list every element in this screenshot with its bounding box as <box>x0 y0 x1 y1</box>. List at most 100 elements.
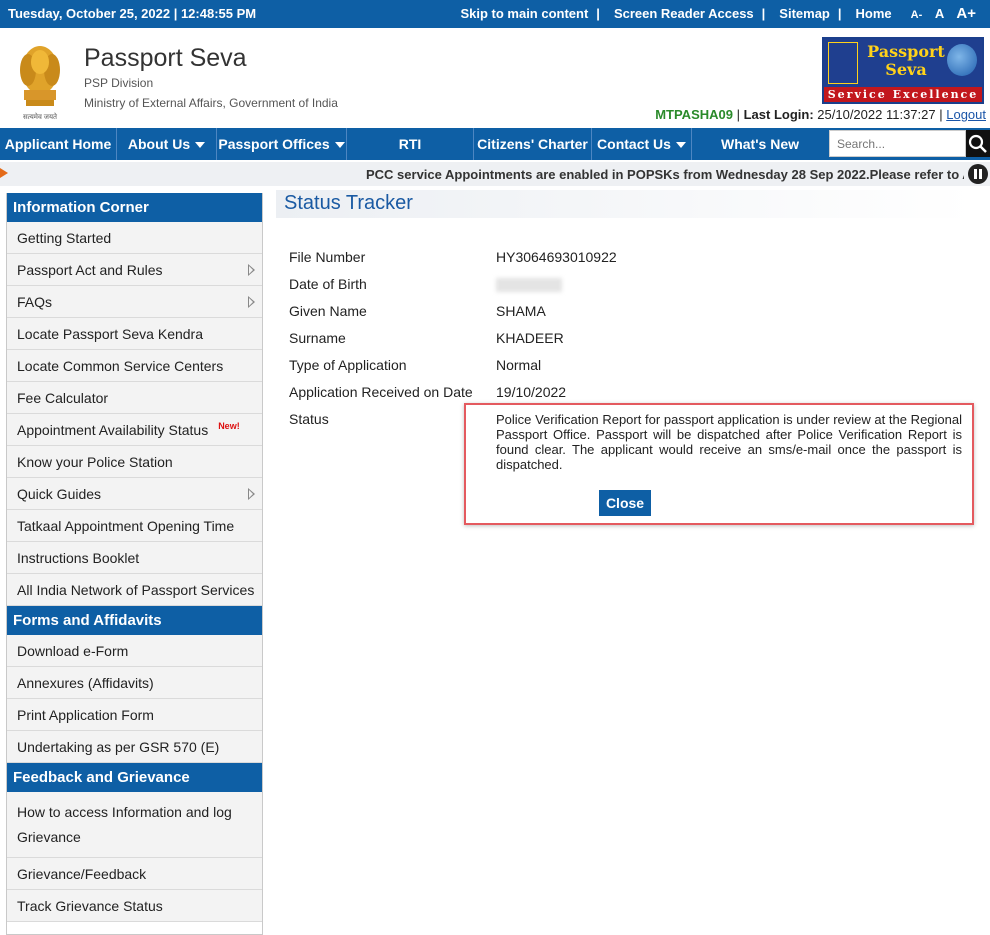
sidebar-item-locate-psk[interactable]: Locate Passport Seva Kendra <box>7 318 262 350</box>
sidebar-item-label: Locate Common Service Centers <box>17 357 224 374</box>
sidebar-item-label: How to access Information and log Grieva… <box>17 803 232 845</box>
top-bar: Tuesday, October 25, 2022 | 12:48:55 PM … <box>0 0 990 28</box>
skip-to-main-link[interactable]: Skip to main content <box>460 6 588 21</box>
nav-about-us[interactable]: About Us <box>117 128 217 160</box>
sidebar-item-grievance-feedback[interactable]: Grievance/Feedback <box>7 858 262 890</box>
nav-label: What's New <box>720 136 799 152</box>
nav-passport-offices[interactable]: Passport Offices <box>217 128 347 160</box>
division-name: PSP Division <box>84 76 154 90</box>
current-datetime: Tuesday, October 25, 2022 | 12:48:55 PM <box>8 6 257 21</box>
sidebar-item-quick-guides[interactable]: Quick Guides <box>7 478 262 510</box>
search-input[interactable] <box>829 130 966 157</box>
caret-down-icon <box>675 142 686 149</box>
nav-citizens-charter[interactable]: Citizens' Charter <box>474 128 592 160</box>
nav-label: Contact Us <box>597 136 671 152</box>
search-icon <box>968 134 987 153</box>
value-received-on: 19/10/2022 <box>496 384 567 400</box>
caret-down-icon <box>334 142 345 149</box>
label-file-number: File Number <box>289 249 366 265</box>
nav-rti[interactable]: RTI <box>347 128 474 160</box>
nav-whats-new[interactable]: What's New <box>692 128 828 160</box>
value-surname: KHADEER <box>496 330 564 346</box>
home-link[interactable]: Home <box>856 6 892 21</box>
sidebar-item-label: Quick Guides <box>17 485 102 502</box>
search-button[interactable] <box>966 130 990 157</box>
screen-reader-link[interactable]: Screen Reader Access <box>614 6 754 21</box>
pause-icon[interactable] <box>968 164 988 184</box>
last-login-value: 25/10/2022 11:37:27 <box>817 107 936 122</box>
sidebar-item-undertaking[interactable]: Undertaking as per GSR 570 (E) <box>7 731 262 763</box>
sidebar-item-faqs[interactable]: FAQs <box>7 286 262 318</box>
sidebar-item-track-grievance[interactable]: Track Grievance Status <box>7 890 262 922</box>
sidebar-item-label: Print Application Form <box>17 706 154 723</box>
nav-label: Citizens' Charter <box>477 136 588 152</box>
section-forms-affidavits: Forms and Affidavits <box>7 606 262 635</box>
ticker-text[interactable]: PCC service Appointments are enabled in … <box>366 167 964 182</box>
sidebar-item-locate-csc[interactable]: Locate Common Service Centers <box>7 350 262 382</box>
font-size-controls: A- A A+ <box>902 5 976 22</box>
section-information-corner: Information Corner <box>7 193 262 222</box>
section-feedback-grievance: Feedback and Grievance <box>7 763 262 792</box>
sidebar-item-label: Undertaking as per GSR 570 (E) <box>17 738 220 755</box>
sidebar-item-download-eform[interactable]: Download e-Form <box>7 635 262 667</box>
font-normal-button[interactable]: A <box>935 6 944 21</box>
status-highlight-box: Police Verification Report for passport … <box>464 403 974 525</box>
sidebar-item-label: Tatkaal Appointment Opening Time <box>17 517 235 534</box>
nav-label: Passport Offices <box>218 136 330 152</box>
chevron-right-icon <box>248 295 255 308</box>
sidebar-item-label: All India Network of Passport Services <box>17 581 255 598</box>
sidebar-item-instructions-booklet[interactable]: Instructions Booklet <box>7 542 262 574</box>
sidebar-item-tatkaal-time[interactable]: Tatkaal Appointment Opening Time <box>7 510 262 542</box>
value-type-of-application: Normal <box>496 357 542 373</box>
ministry-name: Ministry of External Affairs, Government… <box>84 96 338 110</box>
sidebar-item-label: FAQs <box>17 293 53 310</box>
page-title: Status Tracker <box>276 190 974 218</box>
sitemap-link[interactable]: Sitemap <box>779 6 830 21</box>
sidebar-item-getting-started[interactable]: Getting Started <box>7 222 262 254</box>
logo-line-1: Passport <box>867 42 945 61</box>
nav-label: About Us <box>127 136 191 152</box>
sidebar: Information Corner Getting Started Passp… <box>6 193 263 935</box>
ticker-arrow-icon <box>0 168 8 178</box>
sidebar-item-label: Know your Police Station <box>17 453 173 470</box>
sidebar-item-fee-calculator[interactable]: Fee Calculator <box>7 382 262 414</box>
sidebar-item-print-form[interactable]: Print Application Form <box>7 699 262 731</box>
label-given-name: Given Name <box>289 303 367 319</box>
user-id: MTPASHA09 <box>655 107 733 122</box>
sidebar-item-passport-act[interactable]: Passport Act and Rules <box>7 254 262 286</box>
national-emblem-icon: सत्यमेव जयते <box>14 40 66 124</box>
sidebar-item-label: Getting Started <box>17 229 112 246</box>
last-login-label: Last Login: <box>743 107 814 122</box>
close-button[interactable]: Close <box>599 490 651 516</box>
site-header: सत्यमेव जयते Passport Seva PSP Division … <box>0 28 990 128</box>
sidebar-item-label: Fee Calculator <box>17 389 109 406</box>
news-ticker: PCC service Appointments are enabled in … <box>0 162 990 186</box>
sidebar-item-label: Annexures (Affidavits) <box>17 674 154 691</box>
sidebar-item-access-information[interactable]: How to access Information and log Grieva… <box>7 792 262 858</box>
sidebar-item-label: Instructions Booklet <box>17 549 140 566</box>
sidebar-item-label: Passport Act and Rules <box>17 261 163 278</box>
sidebar-item-annexures[interactable]: Annexures (Affidavits) <box>7 667 262 699</box>
chevron-right-icon <box>248 263 255 276</box>
label-type-of-application: Type of Application <box>289 357 407 373</box>
label-status: Status <box>289 411 329 427</box>
sidebar-item-all-india-network[interactable]: All India Network of Passport Services <box>7 574 262 606</box>
logo-tagline: Service Excellence <box>824 87 982 102</box>
top-links: Skip to main content | Screen Reader Acce… <box>460 5 976 22</box>
new-badge: New! <box>218 420 240 431</box>
sidebar-item-police-station[interactable]: Know your Police Station <box>7 446 262 478</box>
label-received-on: Application Received on Date <box>289 384 473 400</box>
sidebar-item-appointment-availability[interactable]: Appointment Availability Status New! <box>7 414 262 446</box>
nav-applicant-home[interactable]: Applicant Home <box>0 128 117 160</box>
label-date-of-birth: Date of Birth <box>289 276 367 292</box>
nav-label: Applicant Home <box>4 136 112 152</box>
logout-link[interactable]: Logout <box>946 107 986 122</box>
site-title[interactable]: Passport Seva <box>84 44 247 73</box>
font-decrease-button[interactable]: A- <box>911 9 923 21</box>
sidebar-item-label: Grievance/Feedback <box>17 865 147 882</box>
nav-contact-us[interactable]: Contact Us <box>592 128 692 160</box>
font-increase-button[interactable]: A+ <box>956 5 976 22</box>
sidebar-item-label: Track Grievance Status <box>17 897 163 914</box>
value-given-name: SHAMA <box>496 303 546 319</box>
sidebar-item-label: Locate Passport Seva Kendra <box>17 325 204 342</box>
